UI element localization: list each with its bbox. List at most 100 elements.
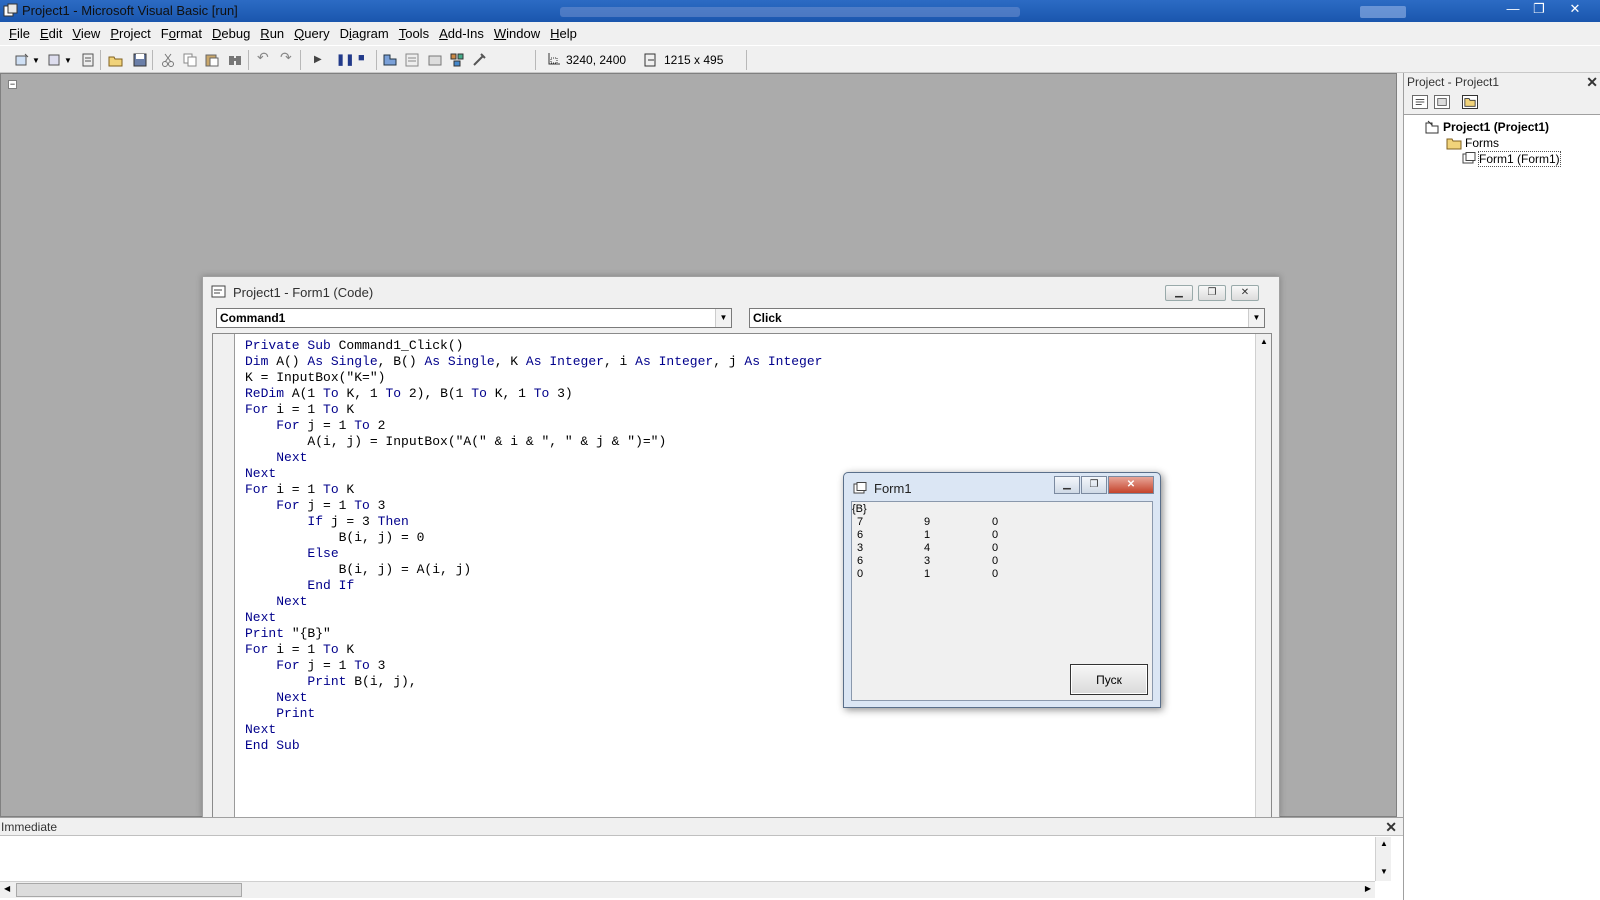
- code-line[interactable]: Print: [245, 706, 822, 722]
- code-line[interactable]: Next: [245, 450, 822, 466]
- form1-close-button[interactable]: ✕: [1108, 476, 1154, 494]
- immediate-horizontal-scrollbar[interactable]: ◀ ▶: [0, 881, 1375, 898]
- code-line[interactable]: Print B(i, j),: [245, 674, 822, 690]
- save-project-icon[interactable]: [132, 52, 148, 68]
- tree-item-forms[interactable]: Forms: [1465, 136, 1499, 150]
- immediate-input[interactable]: [2, 837, 1362, 881]
- code-restore-button[interactable]: ❐: [1198, 285, 1226, 301]
- pusk-button[interactable]: Пуск: [1070, 664, 1148, 695]
- toggle-folders-icon[interactable]: [1462, 95, 1478, 109]
- code-line[interactable]: Print "{B}": [245, 626, 822, 642]
- start-icon[interactable]: ▶: [314, 54, 322, 65]
- open-project-icon[interactable]: [108, 52, 124, 68]
- end-icon[interactable]: ■: [358, 52, 365, 64]
- code-line[interactable]: A(i, j) = InputBox("A(" & i & ", " & j &…: [245, 434, 822, 450]
- menu-item[interactable]: Window: [489, 26, 545, 41]
- object-browser-icon[interactable]: [449, 52, 465, 68]
- chevron-down-icon[interactable]: ▼: [1248, 309, 1264, 327]
- scroll-thumb[interactable]: [16, 883, 242, 897]
- form1-minimize-button[interactable]: ▁: [1054, 476, 1080, 494]
- tree-item-form1[interactable]: Form1 (Form1): [1478, 151, 1561, 167]
- scroll-down-icon[interactable]: ▼: [1380, 867, 1388, 876]
- scroll-up-icon[interactable]: ▲: [1260, 337, 1268, 346]
- immediate-close-icon[interactable]: ✕: [1385, 819, 1397, 836]
- scroll-up-icon[interactable]: ▲: [1380, 839, 1388, 848]
- add-project-icon[interactable]: [14, 52, 30, 68]
- close-button[interactable]: ✕: [1560, 0, 1590, 20]
- code-line[interactable]: For j = 1 To 3: [245, 498, 822, 514]
- cut-icon[interactable]: [160, 52, 176, 68]
- code-line[interactable]: If j = 3 Then: [245, 514, 822, 530]
- menu-item[interactable]: Format: [156, 26, 207, 41]
- menu-item[interactable]: Help: [545, 26, 582, 41]
- code-line[interactable]: For i = 1 To K: [245, 402, 822, 418]
- scroll-left-icon[interactable]: ◀: [4, 884, 10, 893]
- redo-icon[interactable]: ↷: [280, 49, 292, 66]
- menu-item[interactable]: View: [67, 26, 105, 41]
- view-code-icon[interactable]: [1412, 95, 1428, 109]
- menu-item[interactable]: Add-Ins: [434, 26, 489, 41]
- code-line[interactable]: Next: [245, 690, 822, 706]
- code-line[interactable]: For i = 1 To K: [245, 642, 822, 658]
- code-line[interactable]: K = InputBox("K="): [245, 370, 822, 386]
- code-line[interactable]: End If: [245, 578, 822, 594]
- tree-item-project1[interactable]: Project1 (Project1): [1443, 120, 1549, 134]
- dropdown-arrow-icon[interactable]: ▼: [64, 56, 72, 65]
- code-line[interactable]: For i = 1 To K: [245, 482, 822, 498]
- find-icon[interactable]: [227, 52, 243, 68]
- code-line[interactable]: Dim A() As Single, B() As Single, K As I…: [245, 354, 822, 370]
- add-form-icon[interactable]: [46, 52, 62, 68]
- code-line[interactable]: For j = 1 To 2: [245, 418, 822, 434]
- code-close-button[interactable]: ✕: [1231, 285, 1259, 301]
- standard-toolbar: ▼ ▼ ↶ ↷ ▶ ❚❚ ■ 3240, 2400 1215 x 495: [0, 45, 1600, 73]
- project-explorer-title-bar[interactable]: Project - Project1 ✕: [1404, 73, 1600, 91]
- menu-item[interactable]: Query: [289, 26, 334, 41]
- code-line[interactable]: Next: [245, 594, 822, 610]
- menu-item[interactable]: Project: [105, 26, 155, 41]
- menu-item[interactable]: Diagram: [335, 26, 394, 41]
- break-icon[interactable]: ❚❚: [336, 53, 354, 66]
- project-explorer-icon[interactable]: [382, 52, 398, 68]
- procedure-combo[interactable]: Click ▼: [749, 308, 1265, 328]
- menu-editor-icon[interactable]: [80, 52, 96, 68]
- output-cell: 0: [857, 568, 864, 580]
- copy-icon[interactable]: [182, 52, 198, 68]
- project-explorer-close-icon[interactable]: ✕: [1586, 74, 1598, 91]
- menu-item[interactable]: Debug: [207, 26, 255, 41]
- margin-indicator-bar[interactable]: [213, 334, 235, 818]
- form-layout-icon[interactable]: [427, 52, 443, 68]
- object-combo[interactable]: Command1 ▼: [216, 308, 732, 328]
- code-vertical-scrollbar[interactable]: ▲: [1255, 334, 1271, 818]
- toolbox-icon[interactable]: [471, 52, 487, 68]
- menu-item[interactable]: File: [4, 26, 35, 41]
- code-line[interactable]: End Sub: [245, 738, 822, 754]
- form1-restore-button[interactable]: ❐: [1081, 476, 1107, 494]
- code-line[interactable]: Next: [245, 466, 822, 482]
- vb-app-icon[interactable]: [3, 3, 18, 18]
- code-line[interactable]: Private Sub Command1_Click(): [245, 338, 822, 354]
- code-window-title-bar[interactable]: Project1 - Form1 (Code) ▁ ❐ ✕: [203, 277, 1279, 305]
- code-minimize-button[interactable]: ▁: [1165, 285, 1193, 301]
- code-line[interactable]: Next: [245, 610, 822, 626]
- immediate-title-bar[interactable]: Immediate ✕: [0, 818, 1403, 836]
- code-line[interactable]: ReDim A(1 To K, 1 To 2), B(1 To K, 1 To …: [245, 386, 822, 402]
- undo-icon[interactable]: ↶: [257, 49, 269, 66]
- scroll-right-icon[interactable]: ▶: [1365, 884, 1371, 893]
- code-line[interactable]: B(i, j) = 0: [245, 530, 822, 546]
- immediate-vertical-scrollbar[interactable]: ▲ ▼: [1375, 837, 1391, 881]
- collapse-icon[interactable]: −: [8, 80, 17, 89]
- code-text[interactable]: Private Sub Command1_Click() Dim A() As S…: [245, 338, 822, 754]
- dropdown-arrow-icon[interactable]: ▼: [32, 56, 40, 65]
- code-line[interactable]: Else: [245, 546, 822, 562]
- code-line[interactable]: For j = 1 To 3: [245, 658, 822, 674]
- properties-window-icon[interactable]: [404, 52, 420, 68]
- paste-icon[interactable]: [204, 52, 220, 68]
- code-line[interactable]: B(i, j) = A(i, j): [245, 562, 822, 578]
- view-object-icon[interactable]: [1434, 95, 1450, 109]
- menu-item[interactable]: Run: [255, 26, 289, 41]
- code-line[interactable]: Next: [245, 722, 822, 738]
- chevron-down-icon[interactable]: ▼: [715, 309, 731, 327]
- restore-button[interactable]: ❐: [1524, 0, 1554, 20]
- menu-item[interactable]: Edit: [35, 26, 67, 41]
- menu-item[interactable]: Tools: [394, 26, 434, 41]
